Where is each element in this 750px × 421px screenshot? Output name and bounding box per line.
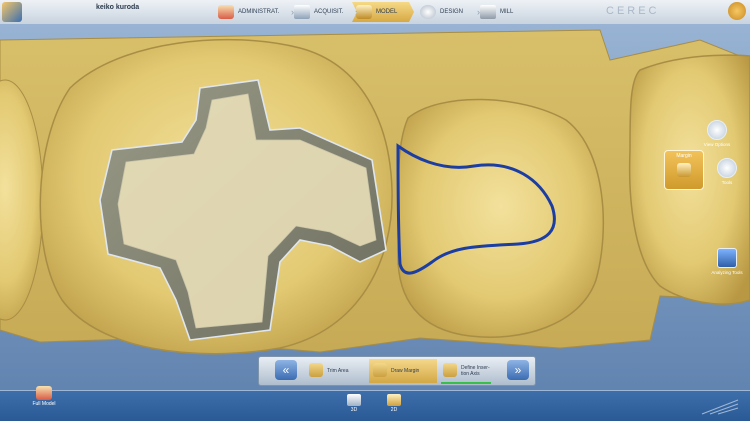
- tools-tool[interactable]: Tools: [710, 158, 744, 185]
- view-options-icon: [707, 120, 727, 140]
- insertion-axis-icon: [443, 363, 457, 377]
- app-logo-icon[interactable]: [2, 2, 22, 22]
- full-model-label: Full Model: [32, 401, 56, 407]
- previous-phase-button[interactable]: «: [275, 360, 297, 380]
- window-control-icon[interactable]: [728, 2, 746, 20]
- trim-area-icon: [309, 363, 323, 377]
- phase-model[interactable]: MODEL: [352, 2, 414, 22]
- step-label: Draw Margin: [391, 368, 420, 374]
- phase-label: MILL: [500, 9, 514, 15]
- admin-icon: [218, 5, 234, 19]
- tooth-adjacent-premolar[interactable]: [397, 98, 605, 338]
- mill-icon: [480, 5, 496, 19]
- design-icon: [420, 5, 436, 19]
- full-model-icon: [36, 386, 52, 400]
- step-label: Define Inser- tion Axis: [461, 365, 490, 377]
- phase-mill[interactable]: MILL: [476, 2, 530, 22]
- phase-administration[interactable]: ADMINISTRAT. ›: [214, 2, 294, 22]
- step-progress-bar: [441, 382, 491, 384]
- resize-grip-icon: [701, 399, 739, 415]
- full-model-button[interactable]: Full Model: [24, 386, 64, 407]
- view-3d-button[interactable]: 3D: [344, 394, 364, 413]
- bottom-toolbar: [0, 390, 750, 421]
- analyzing-tools-label: Analyzing Tools: [711, 270, 743, 275]
- view-2d-label: 2D: [390, 407, 398, 413]
- step-label: Trim Area: [327, 368, 349, 374]
- view-options-label: View Options: [703, 142, 731, 147]
- phase-acquisition[interactable]: ACQUISIT. ›: [290, 2, 358, 22]
- margin-icon: [677, 163, 691, 177]
- analyzing-tools-icon: [717, 248, 737, 268]
- margin-button[interactable]: Margin: [664, 150, 704, 190]
- tools-label: Tools: [721, 180, 733, 185]
- phase-label: ADMINISTRAT.: [238, 9, 280, 15]
- step-define-insertion-axis[interactable]: Define Inser- tion Axis: [439, 359, 503, 383]
- draw-margin-icon: [373, 363, 387, 377]
- view-options-tool[interactable]: View Options: [700, 120, 734, 147]
- top-toolbar: keiko kuroda ADMINISTRAT. › ACQUISIT. › …: [0, 0, 750, 25]
- step-draw-margin[interactable]: Draw Margin: [369, 359, 437, 383]
- tools-icon: [717, 158, 737, 178]
- phase-label: DESIGN: [440, 9, 464, 15]
- step-bar: « Trim Area Draw Margin Define Inser- ti…: [258, 356, 536, 386]
- next-phase-button[interactable]: »: [507, 360, 529, 380]
- model-icon: [356, 5, 372, 19]
- view-3d-label: 3D: [350, 407, 358, 413]
- phase-label: MODEL: [376, 9, 398, 15]
- phase-label: ACQUISIT.: [314, 9, 344, 15]
- acquisition-icon: [294, 5, 310, 19]
- analyzing-tools-tool[interactable]: Analyzing Tools: [710, 248, 744, 275]
- step-trim-area[interactable]: Trim Area: [305, 359, 369, 383]
- phase-design[interactable]: DESIGN ›: [416, 2, 480, 22]
- view-2d-button[interactable]: 2D: [384, 394, 404, 413]
- view-2d-icon: [387, 394, 401, 406]
- view-3d-icon: [347, 394, 361, 406]
- margin-label: Margin: [676, 153, 692, 159]
- brand-logo: CEREC: [606, 5, 660, 17]
- patient-name: keiko kuroda: [96, 4, 140, 11]
